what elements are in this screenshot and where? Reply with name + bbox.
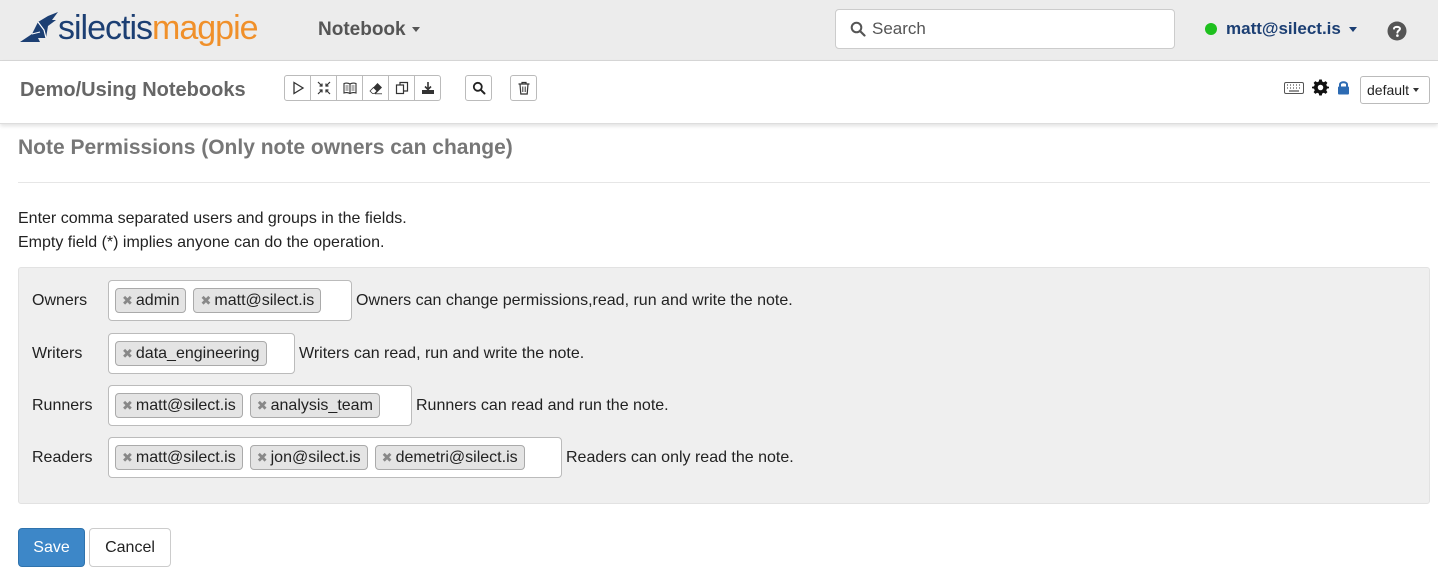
delete-group	[510, 75, 537, 101]
interpreter-select[interactable]: default	[1360, 76, 1430, 104]
logo-text: silectismagpie	[58, 9, 259, 47]
writers-field[interactable]: ✖ data_engineering	[108, 333, 295, 374]
help-text-line1: Enter comma separated users and groups i…	[18, 210, 407, 227]
run-all-button[interactable]	[284, 75, 311, 101]
status-dot-icon	[1205, 23, 1217, 35]
settings-button[interactable]	[1312, 79, 1329, 96]
runners-row: Runners ✖ matt@silect.is ✖ analysis_team R…	[19, 385, 1429, 426]
permission-tag: ✖ matt@silect.is	[115, 445, 243, 470]
keyboard-shortcuts-button[interactable]	[1284, 81, 1304, 94]
permission-tag: ✖ analysis_team	[249, 393, 380, 418]
permissions-button[interactable]	[1337, 80, 1350, 95]
export-note-button[interactable]	[414, 75, 441, 101]
top-navbar: silectismagpie Notebook matt@silect.is	[0, 0, 1438, 61]
gear-icon	[1312, 79, 1329, 96]
collapse-button[interactable]	[310, 75, 337, 101]
owners-row: Owners ✖ admin ✖ matt@silect.is Owners can…	[19, 280, 1429, 321]
chevron-down-icon	[411, 27, 420, 33]
chevron-down-icon	[1348, 26, 1357, 32]
permissions-panel: Owners ✖ admin ✖ matt@silect.is Owners can…	[18, 267, 1430, 504]
interpreter-select-value: default	[1367, 82, 1410, 98]
notebook-menu[interactable]: Notebook	[318, 19, 420, 41]
permission-tag: ✖ jon@silect.is	[249, 445, 368, 470]
readers-field[interactable]: ✖ matt@silect.is ✖ jon@silect.is ✖ demetri@…	[108, 437, 562, 478]
notebook-menu-label: Notebook	[318, 19, 406, 40]
owners-label: Owners	[32, 291, 88, 309]
search-icon	[472, 81, 485, 95]
remove-tag-icon[interactable]: ✖	[122, 293, 133, 309]
permission-tag: ✖ matt@silect.is	[193, 288, 322, 313]
eraser-icon	[368, 83, 382, 95]
chevron-down-icon	[1413, 88, 1420, 92]
right-tools	[1284, 79, 1358, 96]
collapse-arrows-icon	[317, 81, 330, 95]
help-text-line2: Empty field (*) implies anyone can do th…	[18, 234, 385, 251]
cancel-button[interactable]: Cancel	[89, 528, 171, 567]
book-icon	[342, 82, 357, 95]
permission-tag: ✖ matt@silect.is	[115, 393, 243, 418]
remove-tag-icon[interactable]: ✖	[257, 398, 268, 414]
writers-row: Writers ✖ data_engineering Writers can re…	[19, 333, 1429, 374]
runners-field[interactable]: ✖ matt@silect.is ✖ analysis_team	[108, 385, 412, 426]
remove-tag-icon[interactable]: ✖	[122, 398, 133, 414]
download-icon	[421, 82, 434, 94]
remove-tag-icon[interactable]: ✖	[382, 450, 393, 466]
owners-description: Owners can change permissions,read, run …	[356, 291, 793, 309]
writers-label: Writers	[32, 344, 83, 362]
writers-description: Writers can read, run and write the note…	[299, 344, 585, 362]
note-actions-group	[284, 75, 441, 101]
save-button[interactable]: Save	[18, 528, 85, 567]
note-title[interactable]: Demo/Using Notebooks	[20, 79, 246, 102]
permission-tag: ✖ data_engineering	[115, 341, 267, 366]
copy-icon	[395, 81, 408, 95]
remove-tag-icon[interactable]: ✖	[122, 450, 133, 466]
remove-tag-icon[interactable]: ✖	[257, 450, 268, 466]
permissions-heading: Note Permissions (Only note owners can c…	[18, 136, 513, 159]
readers-description: Readers can only read the note.	[566, 448, 794, 466]
toggle-code-button[interactable]	[336, 75, 363, 101]
readers-label: Readers	[32, 448, 93, 466]
play-icon	[292, 81, 304, 95]
readers-row: Readers ✖ matt@silect.is ✖ jon@silect.is ✖…	[19, 437, 1429, 478]
keyboard-icon	[1284, 81, 1304, 94]
search-icon	[850, 21, 866, 37]
notebook-toolbar: Demo/Using Notebooks default	[0, 61, 1438, 124]
clear-output-button[interactable]	[362, 75, 389, 101]
permission-tag: ✖ admin	[115, 288, 187, 313]
logo[interactable]: silectismagpie	[18, 6, 259, 50]
divider	[18, 182, 1430, 183]
lock-icon	[1338, 81, 1349, 95]
owners-field[interactable]: ✖ admin ✖ matt@silect.is	[108, 280, 352, 321]
user-menu[interactable]: matt@silect.is	[1205, 19, 1357, 39]
search-box[interactable]	[835, 9, 1175, 49]
clone-note-button[interactable]	[388, 75, 415, 101]
help-icon[interactable]	[1387, 21, 1407, 41]
search-code-group	[465, 75, 492, 101]
delete-note-button[interactable]	[510, 75, 537, 101]
runners-description: Runners can read and run the note.	[416, 396, 669, 414]
trash-icon	[518, 81, 529, 95]
remove-tag-icon[interactable]: ✖	[200, 293, 211, 309]
runners-label: Runners	[32, 396, 93, 414]
remove-tag-icon[interactable]: ✖	[122, 346, 133, 362]
search-code-button[interactable]	[465, 75, 492, 101]
permission-tag: ✖ demetri@silect.is	[374, 445, 525, 470]
search-input[interactable]	[870, 18, 1160, 40]
user-email: matt@silect.is	[1226, 19, 1341, 38]
magpie-bird-icon	[20, 12, 58, 42]
